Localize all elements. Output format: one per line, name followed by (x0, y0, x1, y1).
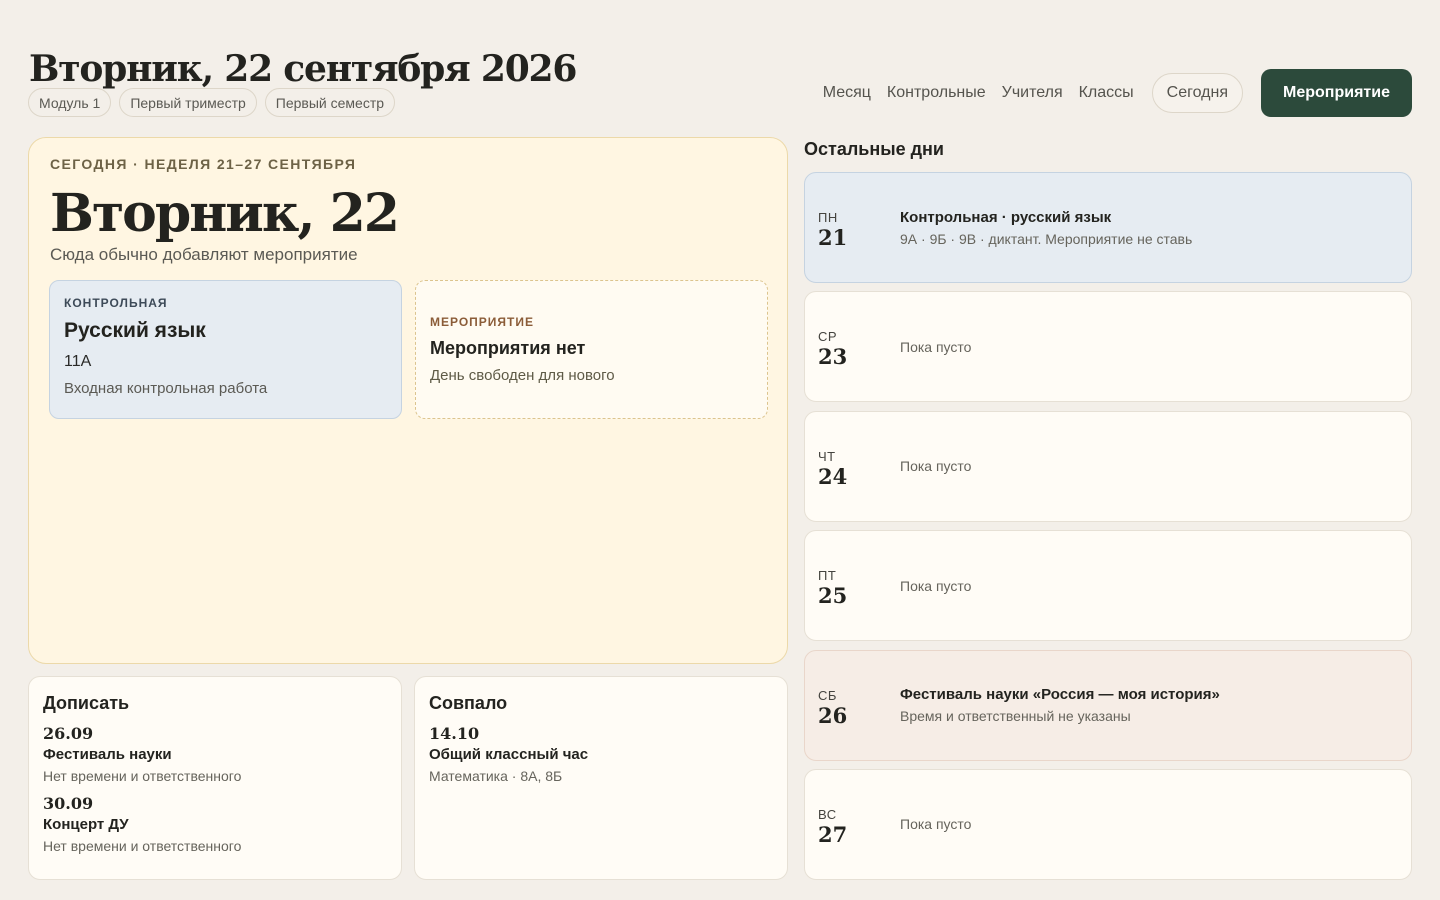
today-button[interactable]: Сегодня (1151, 73, 1243, 113)
nav-teachers[interactable]: Учителя (1002, 84, 1063, 102)
item-description: Математика · 8А, 8Б (429, 768, 563, 784)
day-number: 27 (818, 821, 848, 847)
day-row-sunday[interactable]: ВС 27 Пока пусто (804, 768, 1412, 880)
nav-month[interactable]: Месяц (823, 84, 871, 102)
test-kicker: КОНТРОЛЬНАЯ (64, 296, 168, 310)
today-week-label: СЕГОДНЯ · НЕДЕЛЯ 21–27 СЕНТЯБРЯ (50, 156, 357, 172)
test-subject: Русский язык (64, 319, 206, 342)
item-title: Общий классный час (429, 746, 589, 763)
day-number: 21 (818, 225, 848, 250)
item-date: 30.09 (43, 794, 94, 813)
todo-panel: Дописать 26.09 Фестиваль науки Нет време… (28, 676, 402, 880)
item-description: Нет времени и ответственного (43, 838, 242, 854)
today-test-card[interactable]: КОНТРОЛЬНАЯ Русский язык 11А Входная кон… (49, 280, 402, 419)
day-number: 24 (818, 463, 848, 489)
day-event-title: Фестиваль науки «Россия — моя история» (900, 686, 1220, 704)
day-row-friday[interactable]: ПТ 25 Пока пусто (804, 530, 1412, 642)
empty-day-text: Пока пусто (900, 577, 972, 594)
today-hint: Сюда обычно добавляют мероприятие (50, 245, 358, 264)
item-title: Фестиваль науки (43, 746, 172, 763)
list-item[interactable]: 30.09 Концерт ДУ Нет времени и ответстве… (43, 794, 387, 854)
day-row-wednesday[interactable]: СР 23 Пока пусто (804, 291, 1412, 403)
empty-day-text: Пока пусто (900, 338, 972, 355)
matched-panel: Совпало 14.10 Общий классный час Математ… (414, 676, 788, 880)
event-description: День свободен для нового (430, 367, 615, 384)
weekday-label: СР (818, 329, 838, 345)
add-event-button[interactable]: Мероприятие (1261, 69, 1412, 117)
top-navigation: Месяц Контрольные Учителя Классы Сегодня… (823, 69, 1412, 117)
day-number: 23 (818, 344, 848, 370)
list-item[interactable]: 26.09 Фестиваль науки Нет времени и отве… (43, 724, 387, 784)
today-date: Вторник, 22 (50, 183, 400, 244)
weekday-label: СБ (818, 687, 837, 703)
weekday-label: ПТ (818, 568, 837, 584)
weekday-label: ПН (818, 210, 838, 225)
other-days-title: Остальные дни (804, 139, 944, 159)
matched-title: Совпало (429, 693, 508, 713)
event-title: Мероприятия нет (430, 338, 586, 358)
module-chip[interactable]: Модуль 1 (28, 88, 112, 117)
trimester-chip[interactable]: Первый триместр (119, 88, 257, 117)
day-number: 25 (818, 583, 848, 609)
today-panel: СЕГОДНЯ · НЕДЕЛЯ 21–27 СЕНТЯБРЯ Вторник,… (28, 137, 788, 664)
other-days-list: ПН 21 Контрольная · русский язык 9А · 9Б… (804, 172, 1412, 888)
todo-title: Дописать (43, 693, 130, 713)
list-item[interactable]: 14.10 Общий классный час Математика · 8А… (429, 724, 773, 784)
item-date: 14.10 (429, 724, 480, 743)
day-row-saturday[interactable]: СБ 26 Фестиваль науки «Россия — моя исто… (804, 649, 1412, 761)
item-date: 26.09 (43, 724, 94, 743)
period-chips: Модуль 1 Первый триместр Первый семестр (28, 88, 396, 117)
day-row-thursday[interactable]: ЧТ 24 Пока пусто (804, 410, 1412, 522)
day-event-description: Время и ответственный не указаны (900, 708, 1131, 725)
page-title: Вторник, 22 сентября 2026 (29, 48, 577, 90)
semester-chip[interactable]: Первый семестр (264, 88, 396, 117)
empty-event-card[interactable]: МЕРОПРИЯТИЕ Мероприятия нет День свободе… (415, 280, 768, 419)
day-event-description: 9А · 9Б · 9В · диктант. Мероприятие не с… (900, 230, 1193, 247)
test-description: Входная контрольная работа (64, 380, 268, 397)
event-kicker: МЕРОПРИЯТИЕ (430, 315, 535, 329)
nav-classes[interactable]: Классы (1079, 84, 1134, 102)
item-title: Концерт ДУ (43, 816, 129, 833)
day-event-title: Контрольная · русский язык (900, 208, 1112, 226)
weekday-label: ВС (818, 806, 837, 822)
day-row-monday[interactable]: ПН 21 Контрольная · русский язык 9А · 9Б… (804, 172, 1412, 283)
nav-tests[interactable]: Контрольные (887, 84, 986, 102)
test-class: 11А (64, 353, 92, 370)
item-description: Нет времени и ответственного (43, 768, 242, 784)
weekday-label: ЧТ (818, 448, 836, 464)
empty-day-text: Пока пусто (900, 816, 972, 833)
empty-day-text: Пока пусто (900, 458, 972, 475)
day-number: 26 (818, 702, 848, 728)
